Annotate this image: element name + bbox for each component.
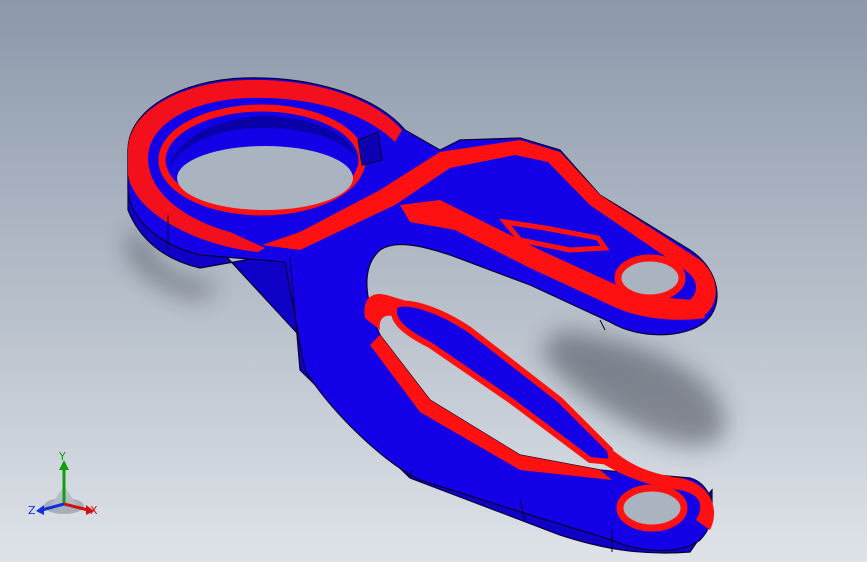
upper-boss-hole [614,254,686,302]
cad-viewport[interactable]: Y X Z [0,0,867,562]
lower-boss-hole [616,484,688,532]
y-axis-label: Y [59,450,66,463]
bracket-part[interactable] [127,77,718,554]
x-axis-label: X [90,504,98,517]
z-axis-label: Z [28,504,36,517]
ring-bore-opening [177,146,353,210]
cad-model-view[interactable] [0,0,867,562]
orientation-triad[interactable]: Y X Z [26,448,106,528]
